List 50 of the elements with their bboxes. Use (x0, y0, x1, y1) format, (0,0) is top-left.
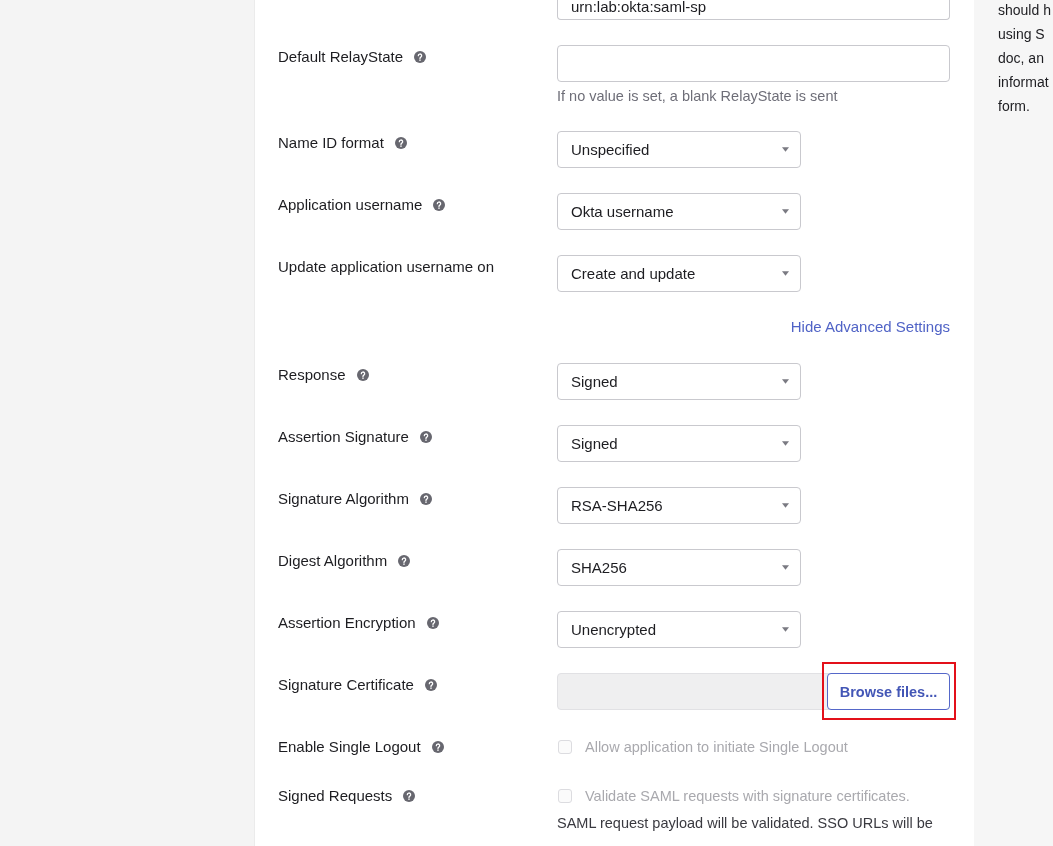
hint-text: If no value is set, a blank RelayState is sent (557, 87, 838, 106)
help-icon[interactable] (426, 617, 439, 629)
description-text: SAML request payload will be validated. SSO URLs will be (557, 814, 933, 832)
dropdown[interactable]: Unspecified (557, 131, 801, 168)
caret-icon (782, 627, 789, 632)
help-icon[interactable] (419, 431, 432, 443)
dropdown[interactable]: SHA256 (557, 549, 801, 586)
field-label: Response (278, 365, 346, 385)
dropdown[interactable]: Signed (557, 363, 801, 400)
field-label: Assertion Encryption (278, 613, 416, 633)
checkbox-label: Validate SAML requests with signature certificates. (585, 787, 910, 806)
field-label: Name ID format (278, 133, 384, 153)
text-field[interactable]: urn:lab:okta:saml-sp (557, 0, 950, 20)
caret-icon (782, 271, 789, 276)
help-icon[interactable] (424, 679, 437, 691)
text-field[interactable] (557, 45, 950, 82)
hide-advanced-link[interactable]: Hide Advanced Settings (790, 317, 950, 337)
caret-icon (782, 441, 789, 446)
caret-icon (782, 379, 789, 384)
field-label: Signed Requests (278, 786, 393, 806)
side-note-text: form. (998, 97, 1031, 116)
side-note-text: using S (998, 25, 1046, 44)
help-icon[interactable] (356, 369, 369, 381)
side-note-text: should h (998, 1, 1052, 20)
help-icon[interactable] (414, 51, 427, 63)
help-icon[interactable] (398, 555, 411, 567)
field-label: Default RelayState (278, 47, 404, 67)
dropdown[interactable]: RSA-SHA256 (557, 487, 801, 524)
help-icon[interactable] (433, 199, 446, 211)
caret-icon (782, 209, 789, 214)
field-label: Signature Certificate (278, 675, 414, 695)
side-note-text: informat (998, 73, 1050, 92)
caret-icon (782, 565, 789, 570)
field-label: Enable Single Logout (278, 737, 421, 757)
side-note-text: doc, an (998, 49, 1045, 68)
dropdown[interactable]: Create and update (557, 255, 801, 292)
caret-icon (782, 503, 789, 508)
help-icon[interactable] (394, 137, 407, 149)
browse-button[interactable]: Browse files... (827, 673, 950, 710)
caret-icon (782, 147, 789, 152)
checkbox-label: Allow application to initiate Single Logout (585, 738, 848, 757)
field-label: Application username (278, 195, 423, 215)
dropdown[interactable]: Signed (557, 425, 801, 462)
field-label: Digest Algorithm (278, 551, 388, 571)
field-label: Signature Algorithm (278, 489, 409, 509)
help-icon[interactable] (419, 493, 432, 505)
field-label: Assertion Signature (278, 427, 409, 447)
dropdown[interactable]: Unencrypted (557, 611, 801, 648)
field-label: Update application username on (278, 257, 494, 277)
dropdown[interactable]: Okta username (557, 193, 801, 230)
